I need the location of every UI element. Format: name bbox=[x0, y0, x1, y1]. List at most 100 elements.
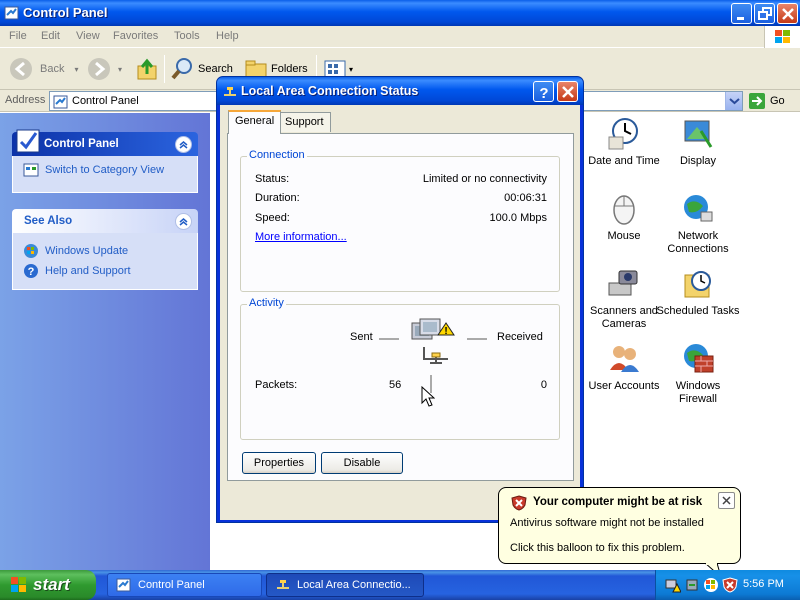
item-label: User Accounts bbox=[588, 380, 660, 392]
menu-favorites[interactable]: Favorites bbox=[113, 30, 158, 42]
firewall-icon bbox=[684, 344, 714, 373]
properties-button[interactable]: Properties bbox=[242, 452, 316, 474]
tab-general[interactable]: General bbox=[228, 110, 282, 134]
collapse-button[interactable] bbox=[175, 213, 192, 230]
windows-update-link[interactable]: Windows Update bbox=[23, 241, 187, 261]
control-panel-icon bbox=[53, 95, 68, 109]
packets-sent-value: 56 bbox=[389, 379, 402, 391]
taskbar: start Control Panel Local Area Connectio… bbox=[0, 570, 800, 600]
windows-firewall-item[interactable]: Windows Firewall bbox=[656, 342, 740, 406]
scanner-camera-icon bbox=[608, 270, 638, 296]
help-button[interactable]: ? bbox=[533, 81, 554, 102]
security-shield-icon bbox=[511, 495, 527, 511]
restore-button[interactable] bbox=[754, 3, 775, 24]
speed-value: 100.0 Mbps bbox=[489, 212, 547, 224]
up-folder-icon bbox=[137, 58, 157, 80]
windows-update-label: Windows Update bbox=[45, 245, 129, 257]
menu-view[interactable]: View bbox=[76, 30, 100, 42]
clock[interactable]: 5:56 PM bbox=[743, 578, 784, 590]
back-button[interactable]: Back ▾ bbox=[8, 55, 78, 83]
restore-icon bbox=[758, 7, 772, 20]
address-dropdown-button[interactable] bbox=[725, 92, 742, 110]
back-dropdown-icon[interactable]: ▾ bbox=[74, 65, 78, 74]
menu-edit[interactable]: Edit bbox=[41, 30, 60, 42]
security-alert-balloon[interactable]: Your computer might be at risk Antivirus… bbox=[498, 487, 741, 579]
control-panel-pane-header[interactable]: Control Panel bbox=[12, 129, 198, 156]
item-label: Windows Firewall bbox=[675, 380, 721, 405]
scanners-and-cameras-item[interactable]: Scanners and Cameras bbox=[582, 267, 666, 331]
see-also-pane-body: Windows Update ? Help and Support bbox=[12, 233, 198, 290]
scheduled-tasks-icon bbox=[684, 271, 711, 298]
user-accounts-item[interactable]: User Accounts bbox=[582, 342, 666, 393]
balloon-close-button[interactable] bbox=[718, 492, 735, 509]
item-label: Network Connections bbox=[667, 230, 729, 255]
network-connections-item[interactable]: Network Connections bbox=[656, 192, 740, 256]
network-activity-icon: ! bbox=[411, 318, 455, 364]
security-center-tray-icon[interactable] bbox=[703, 577, 719, 593]
windows-update-icon bbox=[24, 244, 38, 258]
item-label: Mouse bbox=[607, 230, 641, 242]
tab-support[interactable]: Support bbox=[278, 112, 331, 132]
item-label: Date and Time bbox=[588, 155, 660, 167]
see-also-pane-header[interactable]: See Also bbox=[12, 209, 198, 233]
help-and-support-label: Help and Support bbox=[45, 265, 131, 277]
control-panel-pane-body: Switch to Category View bbox=[12, 156, 198, 193]
category-view-icon bbox=[23, 163, 39, 177]
activity-group-label: Activity bbox=[247, 297, 286, 309]
sent-line bbox=[379, 338, 399, 340]
start-label: start bbox=[33, 575, 70, 594]
connection-group-label: Connection bbox=[247, 149, 307, 161]
title-bar[interactable]: Control Panel bbox=[0, 0, 800, 26]
switch-category-view-link[interactable]: Switch to Category View bbox=[23, 160, 187, 180]
dialog-close-button[interactable] bbox=[557, 81, 578, 102]
control-panel-large-icon bbox=[16, 129, 40, 153]
more-information-link[interactable]: More information... bbox=[255, 231, 347, 243]
item-label: Scanners and Cameras bbox=[590, 305, 658, 330]
task-label: Control Panel bbox=[138, 579, 205, 591]
safely-remove-hardware-icon[interactable] bbox=[684, 577, 700, 593]
duration-label: Duration: bbox=[255, 192, 300, 204]
views-dropdown-icon[interactable]: ▾ bbox=[349, 65, 353, 74]
security-alert-shield-icon[interactable] bbox=[722, 577, 738, 593]
packets-received-value: 0 bbox=[540, 379, 547, 391]
menu-file[interactable]: File bbox=[9, 30, 27, 42]
network-warning-tray-icon[interactable] bbox=[665, 577, 681, 593]
switch-category-view-label: Switch to Category View bbox=[45, 164, 165, 176]
status-value: Limited or no connectivity bbox=[422, 173, 547, 185]
received-label: Received bbox=[497, 331, 543, 343]
windows-logo-icon bbox=[764, 26, 800, 48]
help-and-support-link[interactable]: ? Help and Support bbox=[23, 261, 187, 281]
address-value: Control Panel bbox=[72, 95, 139, 107]
dialog-title: Local Area Connection Status bbox=[241, 84, 419, 98]
date-and-time-item[interactable]: Date and Time bbox=[582, 117, 666, 168]
up-folder-button[interactable] bbox=[135, 55, 159, 83]
menu-tools[interactable]: Tools bbox=[174, 30, 200, 42]
back-arrow-icon bbox=[10, 58, 32, 80]
search-label: Search bbox=[198, 63, 233, 75]
close-button[interactable] bbox=[777, 3, 798, 24]
close-icon bbox=[562, 86, 574, 98]
svg-text:!: ! bbox=[444, 326, 447, 337]
go-button[interactable]: Go bbox=[748, 91, 798, 111]
mouse-cursor-icon bbox=[421, 386, 435, 407]
disable-button[interactable]: Disable bbox=[321, 452, 403, 474]
windows-flag-icon bbox=[11, 577, 26, 592]
menu-help[interactable]: Help bbox=[216, 30, 239, 42]
taskbar-local-area-connection[interactable]: Local Area Connectio... bbox=[266, 573, 424, 597]
start-button[interactable]: start bbox=[0, 570, 96, 600]
forward-button[interactable]: ▾ bbox=[86, 55, 122, 83]
minimize-button[interactable] bbox=[731, 3, 752, 24]
activity-group: Activity Sent Received ! Packets: 56 0 bbox=[240, 297, 560, 440]
network-globe-icon bbox=[684, 195, 713, 222]
dialog-title-bar[interactable]: Local Area Connection Status ? bbox=[217, 77, 583, 105]
chevron-down-icon bbox=[729, 98, 740, 105]
speed-label: Speed: bbox=[255, 212, 290, 224]
scheduled-tasks-item[interactable]: Scheduled Tasks bbox=[656, 267, 740, 318]
display-item[interactable]: Display bbox=[656, 117, 740, 168]
forward-dropdown-icon[interactable]: ▾ bbox=[118, 65, 122, 74]
taskbar-control-panel[interactable]: Control Panel bbox=[107, 573, 262, 597]
go-label: Go bbox=[770, 95, 785, 107]
tab-panel-general: Connection Status: Limited or no connect… bbox=[227, 133, 574, 481]
collapse-button[interactable] bbox=[175, 136, 192, 153]
mouse-item[interactable]: Mouse bbox=[582, 192, 666, 243]
